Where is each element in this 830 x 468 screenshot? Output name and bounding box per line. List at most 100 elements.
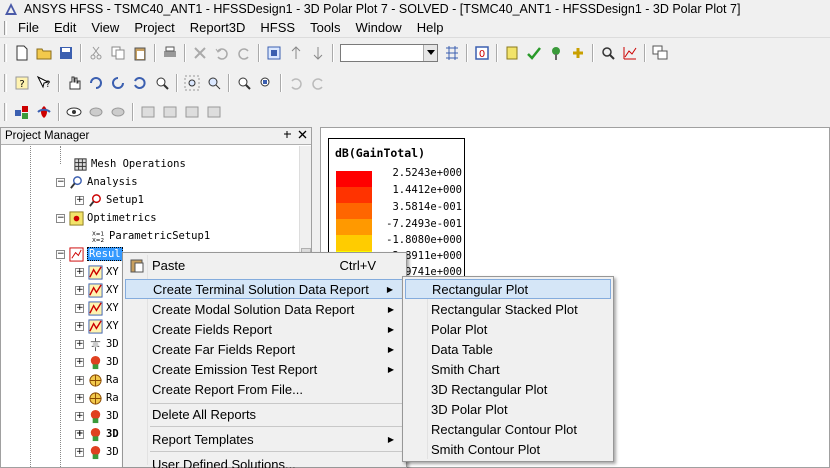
rotate-axis-icon[interactable] (107, 72, 129, 94)
tree-item-report[interactable]: + 3D (75, 407, 119, 425)
expand-toggle[interactable]: + (75, 321, 84, 331)
select-mode-icon[interactable] (263, 42, 285, 64)
eye-icon[interactable] (63, 101, 85, 123)
tree-item-report[interactable]: + 3D (75, 353, 119, 371)
move-up-icon[interactable] (285, 42, 307, 64)
expand-toggle[interactable]: + (75, 303, 84, 313)
menu-edit[interactable]: Edit (47, 20, 84, 35)
tree-item-report[interactable]: + XY (75, 281, 119, 299)
submenu-item-3d-rectangular-plot[interactable]: 3D Rectangular Plot (405, 379, 611, 399)
tree-item-mesh-operations[interactable]: Mesh Operations (72, 155, 186, 173)
tree-item-report[interactable]: + XY (75, 317, 119, 335)
menu-view[interactable]: View (84, 20, 127, 35)
zoom-in-icon[interactable] (181, 72, 203, 94)
tree-item-setup1[interactable]: + Setup1 (75, 191, 144, 209)
menu-item-report-templates[interactable]: Report Templates ▶ (125, 429, 404, 449)
parametric-icon[interactable] (441, 42, 463, 64)
fit-all-icon[interactable] (233, 72, 255, 94)
hide-object-icon[interactable] (107, 101, 129, 123)
check-icon[interactable] (523, 42, 545, 64)
menu-report3d[interactable]: Report3D (183, 20, 254, 35)
submenu-item-polar-plot[interactable]: Polar Plot (405, 319, 611, 339)
submenu-item-smith-contour-plot[interactable]: Smith Contour Plot (405, 439, 611, 459)
context-help-icon[interactable]: ? (33, 72, 55, 94)
expand-toggle[interactable]: + (75, 357, 84, 367)
show-selected-icon[interactable] (181, 101, 203, 123)
menu-tools[interactable]: Tools (303, 20, 348, 35)
new-icon[interactable] (11, 42, 33, 64)
expand-toggle[interactable]: + (75, 429, 84, 439)
submenu-item-rectangular-plot[interactable]: Rectangular Plot (405, 279, 611, 299)
menu-item-create-emission-test-report[interactable]: Create Emission Test Report ▶ (125, 359, 404, 379)
show-all-icon[interactable] (137, 101, 159, 123)
collapse-toggle[interactable]: − (56, 177, 65, 187)
menu-file[interactable]: File (11, 20, 47, 35)
menu-item-user-defined-solutions[interactable]: User Defined Solutions... (125, 454, 404, 468)
paste-icon[interactable] (129, 42, 151, 64)
zoom-icon[interactable] (151, 72, 173, 94)
fit-selection-icon[interactable] (255, 72, 277, 94)
copy-icon[interactable] (107, 42, 129, 64)
tree-item-report[interactable]: + XY (75, 263, 119, 281)
submenu-item-3d-polar-plot[interactable]: 3D Polar Plot (405, 399, 611, 419)
analyze-icon[interactable] (545, 42, 567, 64)
chevron-down-icon[interactable] (423, 45, 437, 61)
hide-selected-icon[interactable] (203, 101, 225, 123)
cut-icon[interactable] (85, 42, 107, 64)
menu-item-create-terminal-solution-data-report[interactable]: Create Terminal Solution Data Report ▶ (125, 279, 404, 299)
tree-item-report[interactable]: + 3D (75, 425, 119, 443)
undo-icon[interactable] (211, 42, 233, 64)
menu-hfss[interactable]: HFSS (253, 20, 303, 35)
toolbar-combo[interactable] (340, 44, 438, 62)
notes-icon[interactable] (501, 42, 523, 64)
submenu-item-data-table[interactable]: Data Table (405, 339, 611, 359)
menu-item-paste[interactable]: Paste Ctrl+V (125, 255, 404, 275)
windows-icon[interactable] (649, 42, 671, 64)
report-icon[interactable] (619, 42, 641, 64)
move-down-icon[interactable] (307, 42, 329, 64)
help-icon[interactable]: ? (11, 72, 33, 94)
expand-toggle[interactable]: + (75, 411, 84, 421)
expand-toggle[interactable]: + (75, 195, 84, 205)
tree-item-parametricsetup1[interactable]: X=1 X=2 ParametricSetup1 (90, 227, 210, 245)
tree-item-optimetrics[interactable]: − Optimetrics (56, 209, 157, 227)
delete-icon[interactable] (189, 42, 211, 64)
menu-window[interactable]: Window (348, 20, 409, 35)
expand-toggle[interactable]: + (75, 267, 84, 277)
collapse-toggle[interactable]: − (56, 249, 65, 259)
hide-all-icon[interactable] (159, 101, 181, 123)
menu-item-create-report-from-file[interactable]: Create Report From File... (125, 379, 404, 399)
save-icon[interactable] (55, 42, 77, 64)
submenu-item-rectangular-stacked-plot[interactable]: Rectangular Stacked Plot (405, 299, 611, 319)
tree-item-results[interactable]: − Resul (56, 245, 123, 263)
close-icon[interactable] (298, 130, 307, 142)
previous-view-icon[interactable] (285, 72, 307, 94)
tree-item-analysis[interactable]: − Analysis (56, 173, 138, 191)
menu-help[interactable]: Help (410, 20, 452, 35)
collapse-toggle[interactable]: − (56, 213, 65, 223)
menu-item-delete-all-reports[interactable]: Delete All Reports (125, 404, 404, 424)
tree-item-report[interactable]: + Ra (75, 371, 119, 389)
validate-icon[interactable]: 0 (471, 42, 493, 64)
tree-item-report[interactable]: + Ra (75, 389, 119, 407)
menu-item-create-far-fields-report[interactable]: Create Far Fields Report ▶ (125, 339, 404, 359)
tree-item-report[interactable]: + 3D (75, 335, 119, 353)
show-object-icon[interactable] (85, 101, 107, 123)
pan-icon[interactable] (63, 72, 85, 94)
redo-icon[interactable] (233, 42, 255, 64)
submenu-item-rectangular-contour-plot[interactable]: Rectangular Contour Plot (405, 419, 611, 439)
radiation-icon[interactable] (33, 101, 55, 123)
rotate-icon[interactable] (85, 72, 107, 94)
expand-toggle[interactable]: + (75, 339, 84, 349)
tree-item-report[interactable]: + 3D (75, 443, 119, 461)
submenu-item-smith-chart[interactable]: Smith Chart (405, 359, 611, 379)
expand-toggle[interactable]: + (75, 447, 84, 457)
model-tree-icon[interactable] (11, 101, 33, 123)
menu-item-create-fields-report[interactable]: Create Fields Report ▶ (125, 319, 404, 339)
field-overlay-icon[interactable] (597, 42, 619, 64)
expand-toggle[interactable]: + (75, 285, 84, 295)
open-folder-icon[interactable] (33, 42, 55, 64)
pin-icon[interactable] (283, 130, 292, 142)
tree-item-report[interactable]: + XY (75, 299, 119, 317)
menu-item-create-modal-solution-data-report[interactable]: Create Modal Solution Data Report ▶ (125, 299, 404, 319)
